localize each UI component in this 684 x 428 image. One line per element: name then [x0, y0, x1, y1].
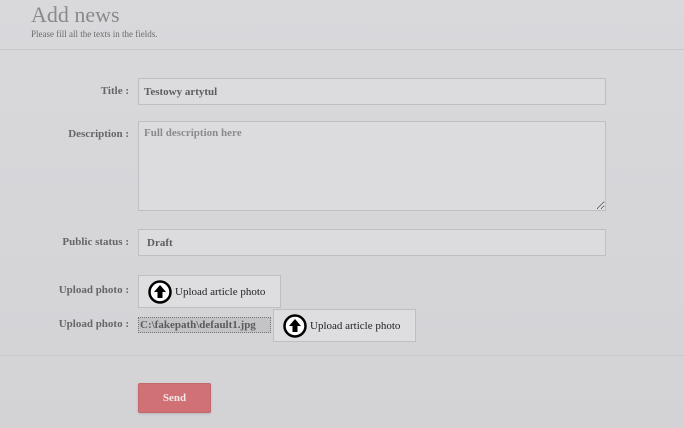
- page-subtitle: Please fill all the texts in the fields.: [31, 29, 158, 39]
- upload-article-photo-button-1[interactable]: Upload article photo: [138, 275, 281, 308]
- public-status-input[interactable]: [138, 229, 606, 256]
- description-textarea[interactable]: [138, 121, 606, 211]
- description-label: Description :: [68, 128, 129, 140]
- send-button[interactable]: Send: [138, 383, 211, 413]
- upload-photo-label-2: Upload photo :: [58, 318, 129, 330]
- upload-button-label: Upload article photo: [175, 285, 266, 298]
- upload-arrow-icon: [148, 279, 172, 304]
- title-input[interactable]: [138, 78, 606, 105]
- upload-photo-label-1: Upload photo :: [58, 284, 129, 296]
- public-status-label: Public status :: [62, 236, 129, 248]
- title-label: Title :: [100, 85, 129, 97]
- page-title: Add news: [31, 2, 120, 27]
- upload-button-label: Upload article photo: [310, 319, 401, 332]
- form-divider: [0, 355, 684, 356]
- upload-article-photo-button-2[interactable]: Upload article photo: [273, 309, 416, 342]
- file-path-field[interactable]: C:\fakepath\default1.jpg: [138, 317, 271, 333]
- upload-arrow-icon: [283, 313, 307, 338]
- page-header: Add news Please fill all the texts in th…: [0, 0, 684, 50]
